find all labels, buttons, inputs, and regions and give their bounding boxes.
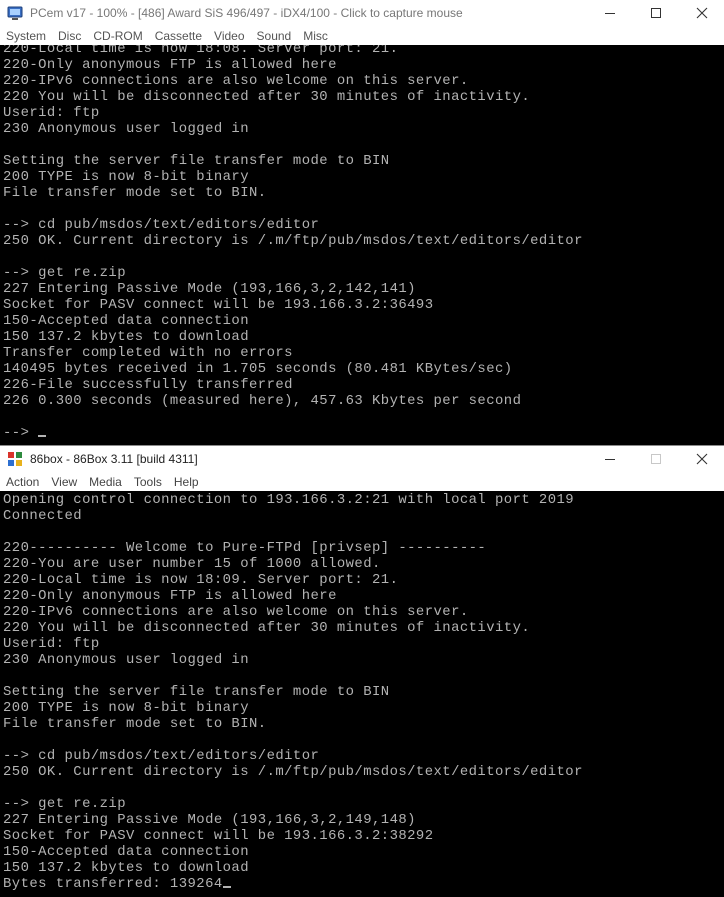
menu-cassette[interactable]: Cassette: [149, 29, 208, 43]
terminal-line: 250 OK. Current directory is /.m/ftp/pub…: [3, 764, 583, 780]
menu-video[interactable]: Video: [208, 29, 250, 43]
pcem-titlebar[interactable]: PCem v17 - 100% - [486] Award SiS 496/49…: [0, 0, 724, 26]
terminal-line: Socket for PASV connect will be 193.166.…: [3, 828, 434, 844]
terminal-line: 226 0.300 seconds (measured here), 457.6…: [3, 393, 522, 409]
terminal-line: 230 Anonymous user logged in: [3, 121, 250, 137]
terminal-line: --> cd pub/msdos/text/editors/editor: [3, 217, 320, 233]
menu-system[interactable]: System: [0, 29, 52, 43]
minimize-icon: [605, 13, 615, 14]
terminal-line: Socket for PASV connect will be 193.166.…: [3, 297, 434, 313]
menu-disc[interactable]: Disc: [52, 29, 87, 43]
menu-sound[interactable]: Sound: [251, 29, 298, 43]
box86-titlebar[interactable]: 86box - 86Box 3.11 [build 4311]: [0, 446, 724, 472]
pcem-window: PCem v17 - 100% - [486] Award SiS 496/49…: [0, 0, 724, 446]
terminal-line: 140495 bytes received in 1.705 seconds (…: [3, 361, 513, 377]
terminal-line: 220 You will be disconnected after 30 mi…: [3, 89, 531, 105]
menu-action[interactable]: Action: [0, 475, 45, 489]
close-button[interactable]: [679, 0, 724, 26]
menu-misc[interactable]: Misc: [297, 29, 334, 43]
terminal-line: 230 Anonymous user logged in: [3, 652, 250, 668]
emulator-screen[interactable]: Opening control connection to 193.166.3.…: [0, 491, 724, 897]
terminal-line: 220-Local time is now 18:08. Server port…: [3, 45, 399, 57]
emulator-screen[interactable]: 220-Local time is now 18:08. Server port…: [0, 45, 724, 446]
terminal-line: Bytes transferred: 139264: [3, 876, 231, 892]
terminal-line: 226-File successfully transferred: [3, 377, 293, 393]
terminal-line: --> cd pub/msdos/text/editors/editor: [3, 748, 320, 764]
minimize-button[interactable]: [587, 0, 633, 26]
terminal-line: 220 You will be disconnected after 30 mi…: [3, 620, 531, 636]
pcem-app-icon: [7, 5, 23, 21]
terminal-line: 200 TYPE is now 8-bit binary: [3, 169, 250, 185]
terminal-line: File transfer mode set to BIN.: [3, 716, 267, 732]
terminal-line: File transfer mode set to BIN.: [3, 185, 267, 201]
close-icon: [696, 7, 708, 19]
maximize-button[interactable]: [633, 0, 679, 26]
terminal-line: 150-Accepted data connection: [3, 844, 250, 860]
terminal-line: 150 137.2 kbytes to download: [3, 329, 250, 345]
menu-help[interactable]: Help: [168, 475, 205, 489]
terminal-line: Setting the server file transfer mode to…: [3, 684, 390, 700]
terminal-line: Opening control connection to 193.166.3.…: [3, 492, 575, 508]
terminal-line: 220---------- Welcome to Pure-FTPd [priv…: [3, 540, 487, 556]
text-cursor: [222, 886, 231, 888]
terminal-line: 220-Local time is now 18:09. Server port…: [3, 572, 399, 588]
terminal-line: 150 137.2 kbytes to download: [3, 860, 250, 876]
close-icon: [696, 453, 708, 465]
terminal-line: Userid: ftp: [3, 105, 100, 121]
text-cursor: [38, 435, 47, 437]
menu-view[interactable]: View: [45, 475, 83, 489]
menu-tools[interactable]: Tools: [128, 475, 168, 489]
terminal-line: --> get re.zip: [3, 265, 127, 281]
terminal-line: --> get re.zip: [3, 796, 127, 812]
box86-window: 86box - 86Box 3.11 [build 4311] Action V…: [0, 446, 724, 897]
box86-menubar: Action View Media Tools Help: [0, 472, 724, 492]
maximize-icon: [651, 454, 661, 464]
maximize-icon: [651, 8, 661, 18]
pcem-menubar: System Disc CD-ROM Cassette Video Sound …: [0, 26, 724, 46]
box86-app-icon: [7, 451, 23, 467]
terminal-line: 227 Entering Passive Mode (193,166,3,2,1…: [3, 812, 416, 828]
terminal-line: Setting the server file transfer mode to…: [3, 153, 390, 169]
terminal-line: 220-IPv6 connections are also welcome on…: [3, 604, 469, 620]
terminal-line: Connected: [3, 508, 83, 524]
terminal-line: 250 OK. Current directory is /.m/ftp/pub…: [3, 233, 583, 249]
terminal-line: 200 TYPE is now 8-bit binary: [3, 700, 250, 716]
terminal-line: 220-You are user number 15 of 1000 allow…: [3, 556, 381, 572]
terminal-line: -->: [3, 425, 47, 441]
menu-media[interactable]: Media: [83, 475, 128, 489]
terminal-line: 150-Accepted data connection: [3, 313, 250, 329]
menu-cdrom[interactable]: CD-ROM: [87, 29, 148, 43]
terminal-line: 227 Entering Passive Mode (193,166,3,2,1…: [3, 281, 416, 297]
terminal-line: 220-Only anonymous FTP is allowed here: [3, 57, 337, 73]
close-button[interactable]: [679, 446, 724, 472]
window-title: 86box - 86Box 3.11 [build 4311]: [30, 452, 198, 466]
maximize-button: [633, 446, 679, 472]
terminal-line: Userid: ftp: [3, 636, 100, 652]
terminal-line: Transfer completed with no errors: [3, 345, 293, 361]
minimize-icon: [605, 459, 615, 460]
minimize-button[interactable]: [587, 446, 633, 472]
terminal-line: 220-IPv6 connections are also welcome on…: [3, 73, 469, 89]
window-title: PCem v17 - 100% - [486] Award SiS 496/49…: [30, 6, 463, 20]
terminal-line: 220-Only anonymous FTP is allowed here: [3, 588, 337, 604]
